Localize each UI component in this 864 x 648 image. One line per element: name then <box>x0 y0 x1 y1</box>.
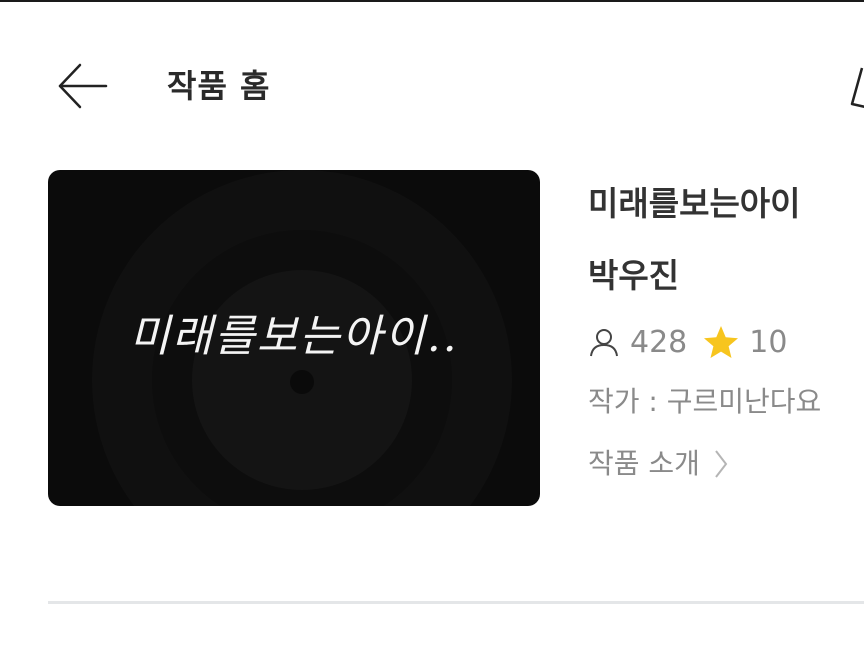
share-button[interactable] <box>848 60 864 116</box>
work-home-screen: 작품 홈 미래를보는아이.. 미래를보는아이 박우진 428 10 작가: 구… <box>0 0 864 648</box>
cover-image[interactable]: 미래를보는아이.. <box>48 170 540 506</box>
work-stats: 428 10 <box>588 320 803 364</box>
cover-title: 미래를보는아이.. <box>129 311 459 362</box>
intro-label: 작품 소개 <box>588 447 700 480</box>
user-icon <box>588 326 620 358</box>
intro-link[interactable]: 작품 소개 <box>588 444 728 484</box>
page-title: 작품 홈 <box>167 67 271 105</box>
chevron-right-icon <box>714 449 728 479</box>
star-count: 10 <box>749 324 788 360</box>
star-icon <box>703 325 739 359</box>
share-icon <box>850 67 864 108</box>
author-label: 작가 : 구르미난다요 <box>588 385 822 418</box>
status-bar-edge <box>0 0 864 2</box>
back-button[interactable] <box>52 56 112 116</box>
view-count: 428 <box>630 324 688 360</box>
divider <box>48 601 864 604</box>
work-title: 미래를보는아이 <box>588 184 801 223</box>
work-subtitle: 박우진 <box>588 256 680 295</box>
arrow-left-icon <box>58 63 108 109</box>
